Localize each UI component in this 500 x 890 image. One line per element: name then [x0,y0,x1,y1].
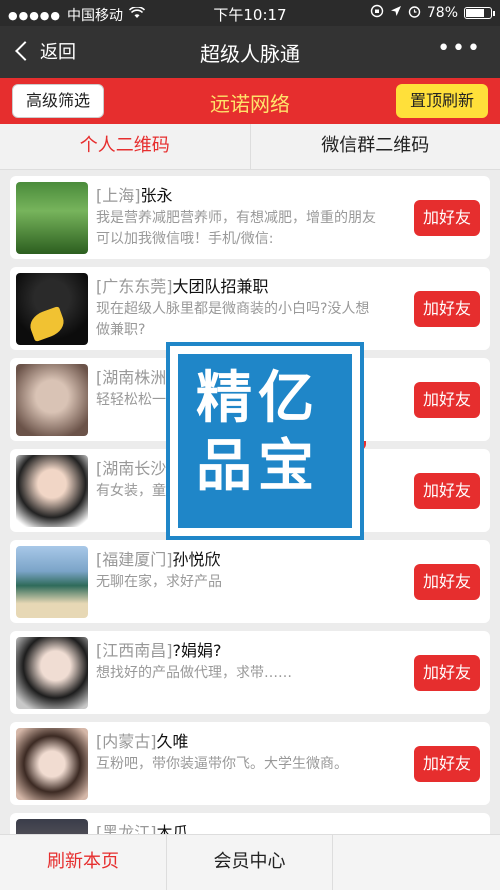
item-location: [福建厦门] [96,550,173,569]
add-friend-button[interactable]: 加好友 [414,200,480,236]
list-item[interactable]: [广东东莞]大团队招兼职 现在超级人脉里都是微商装的小白吗?没人想做兼职? 加好… [10,267,490,350]
item-location: [上海] [96,186,141,205]
item-desc: 想找好的产品做代理，求带…… [96,665,292,681]
list-item[interactable]: [上海]张永 我是营养减肥营养师，有想减肥，增重的朋友可以加我微信哦！手机/微信… [10,176,490,259]
more-options-button[interactable]: ••• [437,38,482,60]
list-item[interactable]: [内蒙古]久唯 互粉吧，带你装逼带你飞。大学生微商。 加好友 [10,722,490,805]
item-location: [黑龙江] [96,823,157,834]
item-location: [内蒙古] [96,732,157,751]
avatar [16,728,88,800]
list-item[interactable]: [黑龙江]木瓜 [10,813,490,834]
add-friend-button[interactable]: 加好友 [414,473,480,509]
bottom-bar: 刷新本页 会员中心 [0,834,500,890]
nav-bar: 返回 超级人脉通 ••• [0,26,500,78]
item-location: [湖南长沙 [96,459,167,478]
item-title: [广东东莞]大团队招兼职 [96,273,269,297]
add-friend-button[interactable]: 加好友 [414,746,480,782]
status-bar: ●●●●● 中国移动 下午10:17 78% [0,0,500,26]
item-title: [湖南株洲 [96,364,166,388]
item-title: [内蒙古]久唯 [96,728,189,752]
watermark-text: 精亿品宝 [196,365,320,499]
member-center-button[interactable]: 会员中心 [166,835,332,890]
add-friend-button[interactable]: 加好友 [414,655,480,691]
item-name: ?娟娟? [172,641,222,660]
top-refresh-button[interactable]: 置顶刷新 [396,84,488,118]
item-name: 张永 [140,186,173,205]
battery-fill [466,9,484,17]
avatar [16,637,88,709]
item-desc: 互粉吧，带你装逼带你飞。大学生微商。 [96,756,348,772]
item-desc: 现在超级人脉里都是微商装的小白吗?没人想做兼职? [96,301,370,338]
tab-bar: 个人二维码 微信群二维码 [0,124,500,170]
leaf-icon [26,305,68,343]
status-right: 78% [370,4,495,22]
list-item[interactable]: [江西南昌]?娟娟? 想找好的产品做代理，求带…… 加好友 [10,631,490,714]
page-title: 超级人脉通 [200,42,300,66]
item-name: 木瓜 [156,823,189,834]
watermark-logo: 精亿品宝 [170,346,360,536]
list-item[interactable]: [福建厦门]孙悦欣 无聊在家，求好产品 加好友 [10,540,490,623]
tab-group-qrcode[interactable]: 微信群二维码 [249,124,500,169]
alarm-icon [408,5,421,22]
battery-percent: 78% [426,5,458,21]
add-friend-button[interactable]: 加好友 [414,382,480,418]
battery-icon [464,7,495,19]
bottom-tab-empty[interactable] [332,835,500,890]
refresh-page-button[interactable]: 刷新本页 [0,835,166,890]
avatar [16,273,88,345]
item-location: [湖南株洲 [96,368,167,387]
avatar [16,182,88,254]
item-title: [江西南昌]?娟娟? [96,637,222,661]
item-location: [广东东莞] [96,277,173,296]
item-title: [上海]张永 [96,182,173,206]
location-icon [390,5,402,21]
avatar [16,819,88,834]
header-bar: 高级筛选 远诺网络 置顶刷新 [0,78,500,124]
item-name: 久唯 [156,732,189,751]
item-title: [湖南长沙 [96,455,166,479]
item-title: [黑龙江]木瓜 [96,819,189,834]
item-name: 孙悦欣 [172,550,221,569]
item-location: [江西南昌] [96,641,173,660]
add-friend-button[interactable]: 加好友 [414,564,480,600]
avatar [16,455,88,527]
add-friend-button[interactable]: 加好友 [414,291,480,327]
avatar [16,364,88,436]
item-name: 大团队招兼职 [172,277,269,296]
item-title: [福建厦门]孙悦欣 [96,546,221,570]
lock-rotation-icon [370,4,384,22]
tab-personal-qrcode[interactable]: 个人二维码 [0,124,250,169]
item-desc: 无聊在家，求好产品 [96,574,222,590]
avatar [16,546,88,618]
item-desc: 我是营养减肥营养师，有想减肥，增重的朋友可以加我微信哦！手机/微信: [96,210,376,247]
